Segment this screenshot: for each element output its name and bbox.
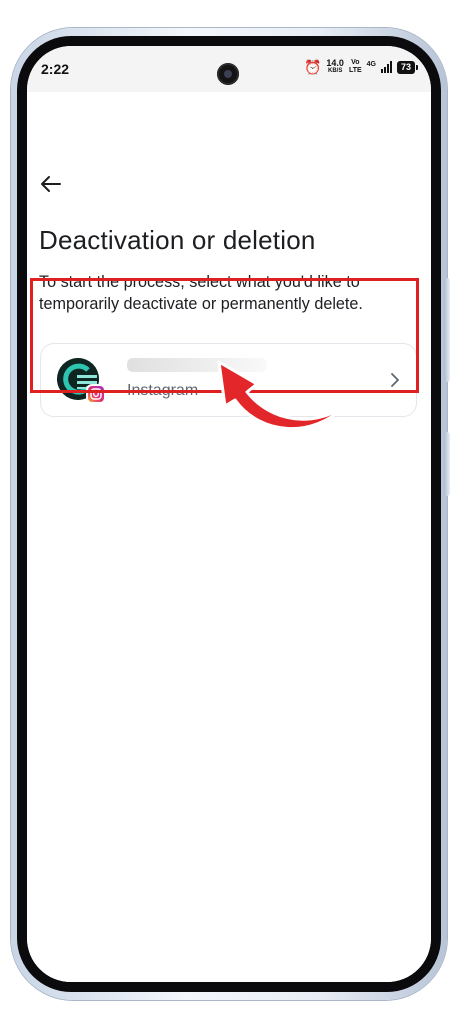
battery-icon: 73 xyxy=(396,60,419,74)
status-bar: 2:22 ⏰ 14.0 KB/S Vo LTE 4G 73 xyxy=(27,46,431,92)
alarm-icon: ⏰ xyxy=(303,59,322,75)
status-icons: ⏰ 14.0 KB/S Vo LTE 4G 73 xyxy=(303,59,419,75)
back-button[interactable] xyxy=(38,171,64,197)
network-speed-unit: KB/S xyxy=(328,68,343,74)
front-camera xyxy=(217,63,239,85)
status-time: 2:22 xyxy=(41,61,70,77)
power-button xyxy=(444,432,450,496)
volte-top: Vo xyxy=(351,59,360,66)
volte-indicator: Vo LTE xyxy=(349,59,362,75)
network-type: 4G xyxy=(366,60,376,68)
phone-screen: 2:22 ⏰ 14.0 KB/S Vo LTE 4G 73 Deactivati… xyxy=(27,46,431,982)
battery-level: 73 xyxy=(400,61,411,72)
network-speed-value: 14.0 xyxy=(326,58,344,68)
signal-icon xyxy=(380,61,392,73)
back-arrow-icon xyxy=(41,176,61,192)
pointer-arrow-icon xyxy=(217,360,347,430)
page-title: Deactivation or deletion xyxy=(39,225,316,255)
volte-bottom: LTE xyxy=(348,67,362,74)
network-speed: 14.0 KB/S xyxy=(326,59,344,75)
app-content: Deactivation or deletion To start the pr… xyxy=(27,92,431,982)
volume-button xyxy=(444,278,450,382)
navigation-bar xyxy=(27,952,431,982)
